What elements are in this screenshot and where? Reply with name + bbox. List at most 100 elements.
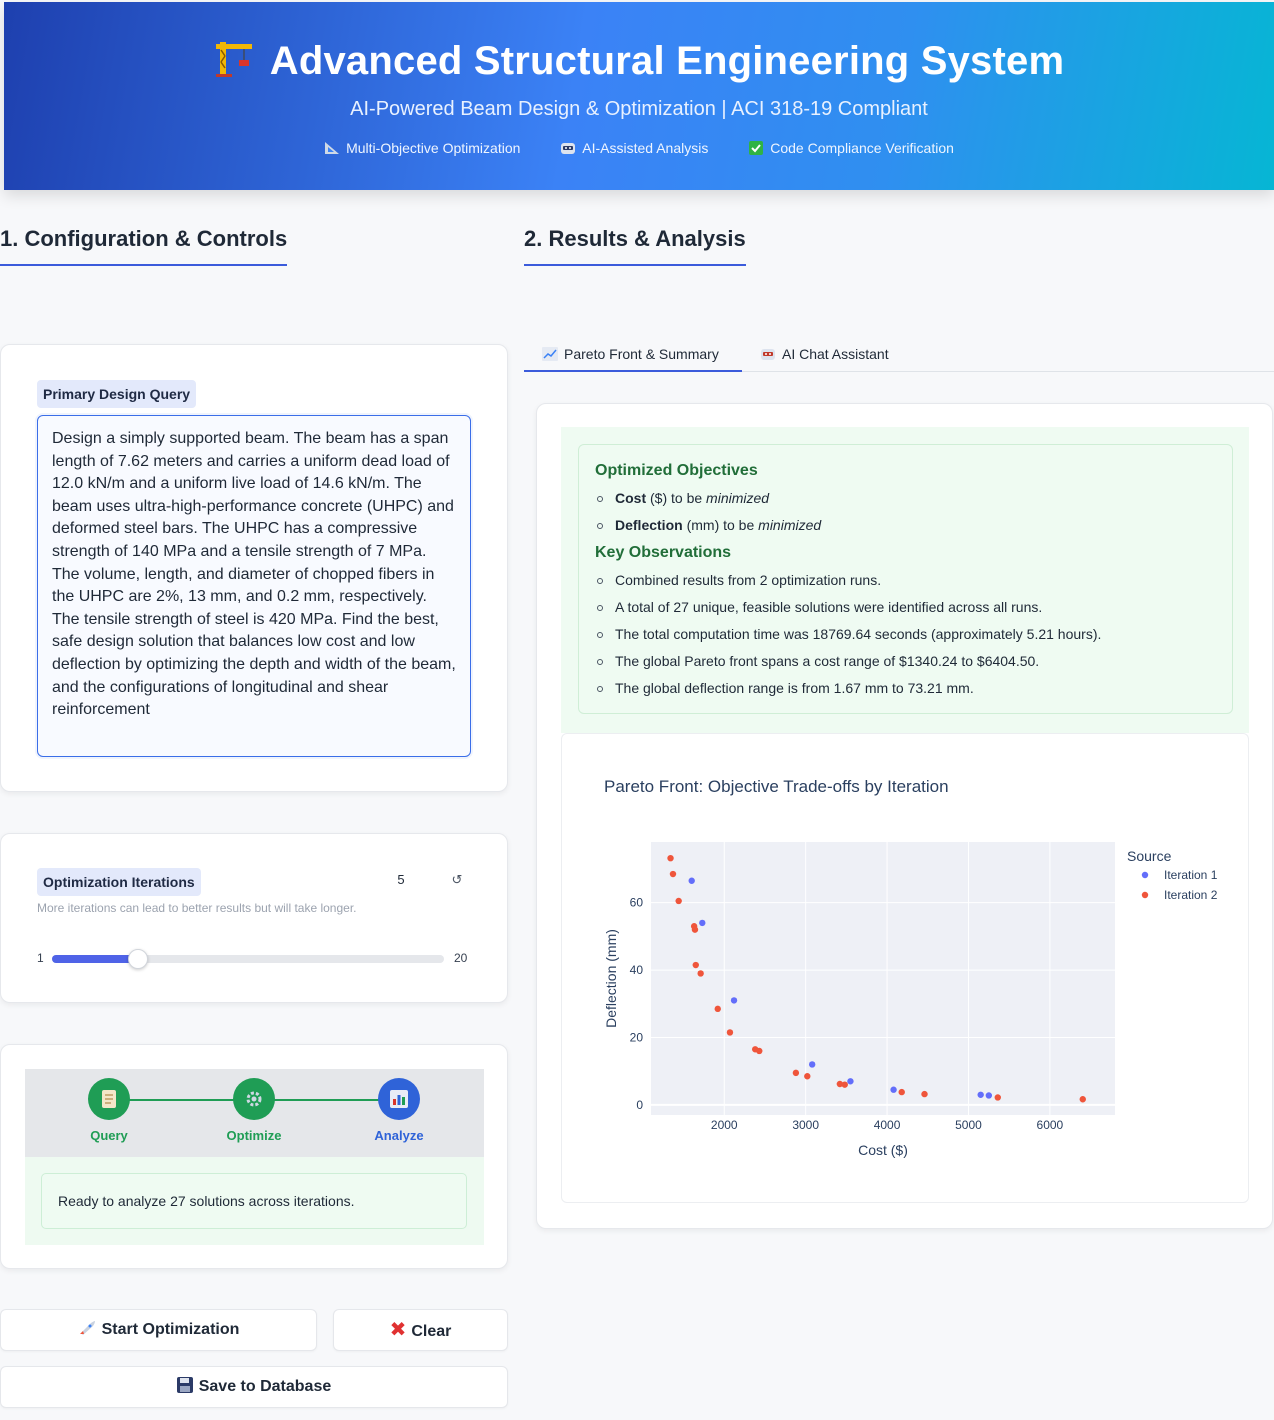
results-section-title: 2. Results & Analysis [524, 226, 746, 266]
data-point-iteration-1 [688, 877, 695, 884]
data-point-iteration-2 [669, 870, 677, 878]
pareto-chart: 2000 3000 4000 5000 6000 0 20 40 60 Pareto Front:… [603, 777, 1218, 1158]
y-tick-label: 60 [630, 896, 644, 910]
feature-optimization: Multi-Objective Optimization [324, 140, 520, 156]
app-subtitle: AI-Powered Beam Design & Optimization | … [350, 98, 928, 120]
x-tick-label: 6000 [1037, 1118, 1064, 1132]
gear-icon [245, 1090, 263, 1113]
close-icon: ✖ [389, 1319, 407, 1341]
objective-item-deflection: Deflection (mm) to be minimized [595, 512, 1215, 539]
data-point-iteration-2 [1079, 1096, 1086, 1103]
observation-item: The total computation time was 18769.64 … [595, 621, 1215, 648]
observations-box: Optimized Objectives Cost ($) to be mini… [578, 444, 1233, 714]
observations-list: Combined results from 2 optimization run… [595, 567, 1215, 702]
data-point-iteration-2 [667, 854, 674, 862]
data-point-iteration-1 [890, 1086, 897, 1093]
x-tick-label: 4000 [874, 1118, 901, 1132]
y-tick-label: 0 [636, 1098, 643, 1112]
ruler-icon [324, 141, 340, 155]
query-label: Primary Design Query [37, 380, 197, 408]
config-section-title: 1. Configuration & Controls [0, 226, 288, 266]
step-label-analyze: Analyze [374, 1128, 424, 1143]
design-query-textarea[interactable]: Design a simply supported beam. The beam… [37, 415, 471, 757]
robot-icon [560, 141, 576, 155]
start-optimization-button[interactable]: Start Optimization [0, 1309, 317, 1351]
objectives-list: Cost ($) to be minimized Deflection (mm)… [595, 485, 1215, 539]
step-label-optimize: Optimize [226, 1128, 282, 1143]
x-axis-label: Cost ($) [858, 1142, 908, 1158]
data-point-iteration-2 [921, 1090, 928, 1098]
slider-max-label: 20 [454, 951, 468, 965]
app-header: Advanced Structural Engineering System A… [4, 2, 1274, 190]
robot-icon [760, 347, 776, 364]
legend-label: Iteration 2 [1164, 888, 1218, 902]
y-tick-label: 40 [630, 963, 644, 977]
save-to-database-button[interactable]: Save to Database [0, 1366, 508, 1408]
step-optimize [233, 1078, 275, 1120]
legend-label: Iteration 1 [1164, 868, 1218, 882]
slider-min-label: 1 [37, 951, 44, 965]
iterations-slider[interactable] [52, 949, 444, 969]
objectives-heading: Optimized Objectives [595, 462, 758, 479]
legend-marker [1141, 871, 1149, 879]
app-title: Advanced Structural Engineering System [4, 38, 1274, 84]
observation-item: The global deflection range is from 1.67… [595, 675, 1215, 702]
iterations-label: Optimization Iterations [37, 868, 201, 896]
status-message: Ready to analyze 27 solutions across ite… [41, 1173, 467, 1229]
data-point-iteration-1 [977, 1091, 984, 1098]
legend-marker [1141, 891, 1149, 899]
crane-icon [214, 38, 254, 78]
app-title-text: Advanced Structural Engineering System [269, 39, 1065, 83]
legend-title: Source [1127, 848, 1172, 864]
observation-item: A total of 27 unique, feasible solutions… [595, 594, 1215, 621]
data-point-iteration-2 [697, 970, 704, 977]
data-point-iteration-2 [841, 1081, 848, 1088]
iterations-number-input[interactable]: 5 [371, 867, 431, 893]
data-point-iteration-2 [994, 1094, 1001, 1101]
check-icon [748, 141, 764, 155]
observations-heading: Key Observations [595, 544, 732, 561]
reset-icon: ↺ [451, 872, 463, 887]
step-query [88, 1078, 130, 1120]
data-point-iteration-2 [804, 1073, 811, 1080]
document-icon [102, 1090, 116, 1113]
query-card: Primary Design Query Design a simply sup… [0, 344, 508, 792]
x-tick-label: 3000 [792, 1118, 819, 1132]
step-label-query: Query [90, 1128, 128, 1143]
clear-button[interactable]: ✖ Clear [333, 1309, 508, 1351]
tab-ai-chat[interactable]: AI Chat Assistant [760, 346, 889, 364]
slider-fill [52, 955, 139, 963]
feature-ai-analysis: AI-Assisted Analysis [560, 140, 708, 156]
floppy-icon [176, 1369, 193, 1409]
iterations-info: More iterations can lead to better resul… [37, 901, 357, 915]
feature-list: Multi-Objective Optimization AI-Assisted… [4, 140, 1274, 156]
status-panel: Ready to analyze 27 solutions across ite… [25, 1157, 484, 1245]
data-point-iteration-1 [730, 997, 738, 1004]
data-point-iteration-2 [675, 897, 682, 905]
chart-title: Pareto Front: Objective Trade-offs by It… [604, 777, 949, 796]
observation-item: The global Pareto front spans a cost ran… [595, 648, 1215, 675]
tab-pareto-front[interactable]: Pareto Front & Summary [542, 346, 719, 364]
objective-item-cost: Cost ($) to be minimized [595, 485, 1215, 512]
iterations-card: Optimization Iterations 5 ↺ More iterati… [0, 833, 508, 1003]
data-point-iteration-2 [691, 926, 699, 933]
data-point-iteration-2 [714, 1005, 721, 1013]
data-point-iteration-2 [756, 1047, 763, 1055]
plot-area [651, 842, 1115, 1115]
observation-item: Combined results from 2 optimization run… [595, 567, 1215, 594]
data-point-iteration-1 [808, 1061, 816, 1068]
data-point-iteration-1 [847, 1078, 854, 1085]
data-point-iteration-1 [985, 1092, 993, 1099]
chart-icon [390, 1090, 408, 1113]
chart-line-icon [542, 347, 558, 364]
data-point-iteration-2 [792, 1069, 800, 1077]
data-point-iteration-1 [699, 919, 706, 927]
data-point-iteration-2 [898, 1088, 905, 1096]
data-point-iteration-2 [692, 961, 699, 969]
step-analyze [378, 1078, 420, 1120]
x-tick-label: 2000 [711, 1118, 738, 1132]
reset-button[interactable]: ↺ [441, 867, 473, 893]
rocket-icon [78, 1312, 96, 1352]
feature-code-compliance: Code Compliance Verification [748, 140, 954, 156]
y-tick-label: 20 [630, 1030, 644, 1044]
